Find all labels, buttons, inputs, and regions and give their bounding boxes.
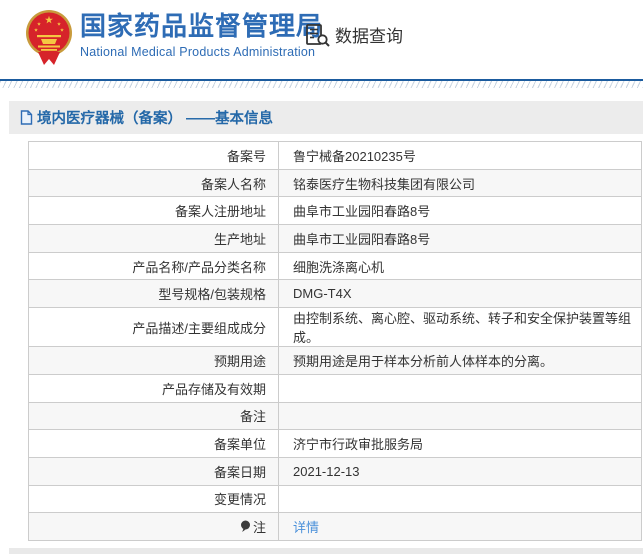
hatch-pattern-band: [0, 81, 643, 88]
row-value: 由控制系统、离心腔、驱动系统、转子和安全保护装置等组成。: [278, 307, 642, 348]
site-header: 国家药品监督管理局 National Medical Products Admi…: [0, 0, 643, 79]
table-row: 生产地址 曲阜市工业园阳春路8号: [28, 224, 642, 253]
table-row-note: 注 详情: [28, 512, 642, 541]
row-value: 曲阜市工业园阳春路8号: [278, 196, 642, 226]
table-row: 产品名称/产品分类名称 细胞洗涤离心机: [28, 251, 642, 281]
registration-info-table: 备案号 鲁宁械备20210235号 备案人名称 铭泰医疗生物科技集团有限公司 备…: [28, 141, 642, 541]
row-label: 备案人注册地址: [28, 196, 279, 226]
row-label: 备注: [28, 401, 279, 431]
note-pin-icon: [240, 520, 250, 533]
national-emblem-icon: [26, 10, 72, 65]
row-label: 注: [28, 512, 279, 541]
table-row: 备案人名称 铭泰医疗生物科技集团有限公司: [28, 168, 642, 198]
row-value: 细胞洗涤离心机: [278, 251, 642, 281]
table-row: 变更情况: [28, 484, 642, 514]
table-row: 备注: [28, 401, 642, 431]
section-title-bar: 境内医疗器械（备案） ——基本信息: [9, 101, 643, 134]
row-value: 预期用途是用于样本分析前人体样本的分离。: [278, 346, 642, 375]
row-label: 备案日期: [28, 456, 279, 486]
details-link[interactable]: 详情: [293, 520, 319, 535]
row-value: 2021-12-13: [278, 456, 642, 486]
table-row: 产品描述/主要组成成分 由控制系统、离心腔、驱动系统、转子和安全保护装置等组成。: [28, 307, 642, 348]
note-label-text: 注: [252, 520, 266, 536]
row-label: 产品描述/主要组成成分: [28, 307, 279, 348]
row-value: 鲁宁械备20210235号: [278, 141, 642, 170]
row-label: 备案号: [28, 141, 279, 170]
row-label: 变更情况: [28, 484, 279, 514]
document-icon: [20, 110, 33, 125]
row-value: 曲阜市工业园阳春路8号: [278, 224, 642, 253]
row-label: 备案人名称: [28, 168, 279, 198]
table-row: 型号规格/包装规格 DMG-T4X: [28, 279, 642, 309]
page-title: 境内医疗器械（备案） ——基本信息: [37, 111, 274, 127]
national-emblem-logo[interactable]: [24, 7, 74, 67]
row-value: [278, 401, 642, 431]
agency-name-en: National Medical Products Administration: [80, 45, 316, 59]
row-label: 产品名称/产品分类名称: [28, 251, 279, 281]
data-query-nav[interactable]: 数据查询: [305, 22, 403, 47]
table-row: 备案号 鲁宁械备20210235号: [28, 141, 642, 170]
table-row: 备案人注册地址 曲阜市工业园阳春路8号: [28, 196, 642, 226]
row-value: 铭泰医疗生物科技集团有限公司: [278, 168, 642, 198]
row-label: 型号规格/包装规格: [28, 279, 279, 309]
row-value: [278, 373, 642, 403]
row-value: 详情: [278, 512, 642, 541]
main-content: 境内医疗器械（备案） ——基本信息 备案号 鲁宁械备20210235号 备案人名…: [9, 101, 643, 541]
table-row: 备案单位 济宁市行政审批服务局: [28, 429, 642, 458]
row-value: 济宁市行政审批服务局: [278, 429, 642, 458]
agency-brand: 国家药品监督管理局 National Medical Products Admi…: [80, 10, 323, 59]
row-label: 预期用途: [28, 346, 279, 375]
agency-name-zh: 国家药品监督管理局: [80, 11, 324, 41]
row-value: DMG-T4X: [278, 279, 642, 309]
table-row: 预期用途 预期用途是用于样本分析前人体样本的分离。: [28, 346, 642, 375]
data-query-label: 数据查询: [335, 27, 403, 46]
row-label: 生产地址: [28, 224, 279, 253]
document-search-icon: [306, 23, 330, 47]
row-label: 备案单位: [28, 429, 279, 458]
footer-strip: [9, 547, 643, 554]
table-row: 备案日期 2021-12-13: [28, 456, 642, 486]
row-label: 产品存储及有效期: [28, 373, 279, 403]
row-value: [278, 484, 642, 514]
table-row: 产品存储及有效期: [28, 373, 642, 403]
